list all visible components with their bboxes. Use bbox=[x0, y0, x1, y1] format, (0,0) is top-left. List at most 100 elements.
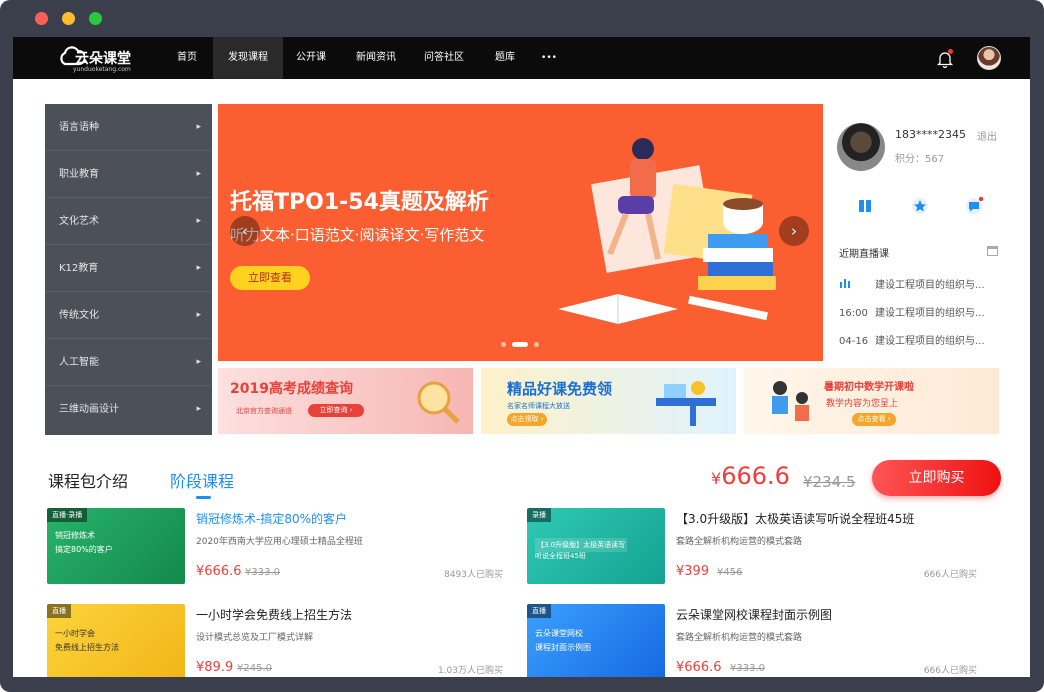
nav-more-icon[interactable]: ••• bbox=[536, 37, 562, 79]
live-playing-icon bbox=[839, 278, 875, 291]
course-title[interactable]: 【3.0升级版】太极英语读写听说全程班45班 bbox=[676, 510, 914, 527]
nav-discover-courses[interactable]: 发现课程 bbox=[213, 37, 283, 79]
banner-subtitle: 听力文本·口语范文·阅读译文·写作范文 bbox=[230, 226, 485, 244]
chevron-right-icon: ▸ bbox=[196, 310, 201, 320]
logo[interactable]: 云朵课堂 yunduoketang.com bbox=[59, 43, 154, 75]
user-name: 183****2345 bbox=[895, 128, 966, 141]
thumbnail-text: 免费线上招生方法 bbox=[55, 643, 119, 652]
promo-title: 2019高考成绩查询 bbox=[230, 381, 353, 397]
category-label: 传统文化 bbox=[59, 310, 99, 321]
course-title[interactable]: 云朵课堂网校课程封面示例图 bbox=[676, 606, 832, 623]
course-thumbnail[interactable]: 录播 【3.0升级版】太极英语读写 听说全程班45班 bbox=[527, 508, 665, 584]
desk-illustration-icon bbox=[656, 381, 716, 426]
promo-banner-free-courses[interactable]: 精品好课免费领 名家名师课程大放送 点击领取 › bbox=[481, 368, 736, 434]
course-tag: 录播 bbox=[527, 508, 551, 522]
category-item-k12[interactable]: K12教育 ▸ bbox=[45, 245, 212, 292]
package-price: ¥666.6 bbox=[711, 462, 790, 490]
price-value: 666.6 bbox=[721, 462, 790, 490]
banner-pagination bbox=[501, 342, 545, 348]
course-card[interactable]: 直播 云朵课堂网校 课程封面示例图 云朵课堂网校课程封面示例图 套路全解析机构运… bbox=[523, 604, 977, 677]
maximize-window-button[interactable] bbox=[89, 12, 102, 25]
tab-package-intro[interactable]: 课程包介绍 bbox=[48, 468, 128, 492]
banner-next-arrow-icon[interactable]: › bbox=[779, 216, 809, 246]
category-label: 语言语种 bbox=[59, 122, 99, 133]
promo-banner-gaokao[interactable]: 2019高考成绩查询 北京官方查询通道 立即查询 › bbox=[218, 368, 473, 434]
live-row[interactable]: 04-16 建设工程项目的组织与... bbox=[839, 332, 1025, 347]
thumbnail-text: 听说全程班45班 bbox=[535, 552, 586, 560]
chevron-right-icon: ▸ bbox=[196, 404, 201, 414]
course-price: ¥666.6 bbox=[676, 660, 722, 675]
promo-banner-summer-math[interactable]: 暑期初中数学开课啦 教学内容为您呈上 点击查看 › bbox=[744, 368, 999, 434]
recent-live-heading: 近期直播课 bbox=[839, 249, 889, 260]
notification-bell-icon[interactable] bbox=[935, 49, 955, 69]
course-bought-count: 8493人已购买 bbox=[444, 570, 503, 580]
thumbnail-text: 一小时学会 bbox=[55, 629, 95, 638]
course-card[interactable]: 直播·录播 销冠修炼术 搞定80%的客户 销冠修炼术-搞定80%的客户 2020… bbox=[47, 508, 503, 592]
course-bought-count: 1.03万人已购买 bbox=[437, 666, 503, 676]
promo-subtitle: 教学内容为您呈上 bbox=[826, 399, 899, 409]
currency-symbol: ¥ bbox=[711, 469, 722, 488]
category-item-3d-animation[interactable]: 三维动画设计 ▸ bbox=[45, 386, 212, 433]
buy-now-button[interactable]: 立即购买 bbox=[872, 460, 1001, 496]
category-label: 文化艺术 bbox=[59, 216, 99, 227]
category-item-traditional-culture[interactable]: 传统文化 ▸ bbox=[45, 292, 212, 339]
course-price: ¥89.9 bbox=[196, 660, 234, 675]
live-row[interactable]: 建设工程项目的组织与... bbox=[839, 276, 1025, 291]
course-thumbnail[interactable]: 直播·录播 销冠修炼术 搞定80%的客户 bbox=[47, 508, 185, 584]
star-icon[interactable] bbox=[910, 196, 930, 216]
category-item-ai[interactable]: 人工智能 ▸ bbox=[45, 339, 212, 386]
course-desc: 设计模式总览及工厂模式详解 bbox=[196, 633, 314, 643]
course-title[interactable]: 销冠修炼术-搞定80%的客户 bbox=[196, 510, 347, 527]
course-price: ¥399 bbox=[676, 564, 710, 579]
nav-open-courses[interactable]: 公开课 bbox=[291, 37, 331, 79]
calendar-icon[interactable] bbox=[987, 246, 998, 256]
book-icon[interactable] bbox=[855, 196, 875, 216]
course-price: ¥666.6 bbox=[196, 564, 242, 579]
live-title: 建设工程项目的组织与... bbox=[875, 308, 985, 319]
promo-button[interactable]: 点击领取 › bbox=[507, 413, 547, 426]
nav-news[interactable]: 新闻资讯 bbox=[350, 37, 402, 79]
notification-dot bbox=[948, 49, 953, 54]
course-card[interactable]: 直播 一小时学会 免费线上招生方法 一小时学会免费线上招生方法 设计模式总览及工… bbox=[47, 604, 503, 677]
course-old-price: ¥245.0 bbox=[237, 663, 272, 674]
banner-prev-arrow-icon[interactable]: ‹ bbox=[230, 216, 260, 246]
course-thumbnail[interactable]: 直播 一小时学会 免费线上招生方法 bbox=[47, 604, 185, 677]
promo-subtitle: 北京官方查询通道 bbox=[236, 407, 292, 415]
minimize-window-button[interactable] bbox=[62, 12, 75, 25]
category-label: 职业教育 bbox=[59, 169, 99, 180]
category-menu: 语言语种 ▸ 职业教育 ▸ 文化艺术 ▸ K12教育 ▸ 传统文化 ▸ 人工智能 ▸ 三维动… bbox=[45, 104, 212, 435]
user-avatar[interactable] bbox=[977, 46, 1001, 70]
logout-link[interactable]: 退出 bbox=[977, 128, 997, 143]
pagination-dot[interactable] bbox=[501, 342, 506, 347]
top-nav: 云朵课堂 yunduoketang.com 首页 发现课程 公开课 新闻资讯 问… bbox=[13, 37, 1030, 79]
pagination-dot-active[interactable] bbox=[512, 342, 528, 347]
category-item-arts[interactable]: 文化艺术 ▸ bbox=[45, 198, 212, 245]
package-old-price: ¥234.5 bbox=[803, 473, 856, 491]
course-card[interactable]: 录播 【3.0升级版】太极英语读写 听说全程班45班 【3.0升级版】太极英语读… bbox=[523, 508, 977, 592]
nav-home[interactable]: 首页 bbox=[169, 37, 205, 79]
tab-stage-courses[interactable]: 阶段课程 bbox=[170, 468, 234, 492]
hero-banner[interactable]: 托福TPO1-54真题及解析 听力文本·口语范文·阅读译文·写作范文 立即查看 … bbox=[218, 104, 823, 361]
user-panel-avatar[interactable] bbox=[837, 123, 885, 171]
close-window-button[interactable] bbox=[35, 12, 48, 25]
message-icon[interactable] bbox=[964, 196, 984, 216]
course-bought-count: 666人已购买 bbox=[923, 666, 977, 676]
promo-subtitle: 名家名师课程大放送 bbox=[507, 402, 570, 410]
live-time: 16:00 bbox=[839, 308, 868, 319]
course-thumbnail[interactable]: 直播 云朵课堂网校 课程封面示例图 bbox=[527, 604, 665, 677]
promo-button[interactable]: 点击查看 › bbox=[852, 413, 896, 426]
nav-question-bank[interactable]: 题库 bbox=[487, 37, 523, 79]
nav-qa-community[interactable]: 问答社区 bbox=[418, 37, 470, 79]
course-package-section: 课程包介绍 阶段课程 ¥666.6 ¥234.5 立即购买 直播·录播 销冠修炼… bbox=[13, 452, 1030, 677]
course-title[interactable]: 一小时学会免费线上招生方法 bbox=[196, 606, 352, 623]
course-desc: 套路全解析机构运营的模式套路 bbox=[676, 633, 803, 643]
banner-view-button[interactable]: 立即查看 bbox=[230, 266, 310, 290]
user-points: 积分：567 bbox=[895, 154, 945, 165]
promo-button[interactable]: 立即查询 › bbox=[308, 404, 364, 417]
pagination-dot[interactable] bbox=[534, 342, 539, 347]
live-row[interactable]: 16:00 建设工程项目的组织与... bbox=[839, 304, 1025, 319]
category-item-language[interactable]: 语言语种 ▸ bbox=[45, 104, 212, 151]
category-item-vocational[interactable]: 职业教育 ▸ bbox=[45, 151, 212, 198]
chevron-right-icon: ▸ bbox=[196, 216, 201, 226]
active-tab-indicator bbox=[196, 496, 211, 499]
